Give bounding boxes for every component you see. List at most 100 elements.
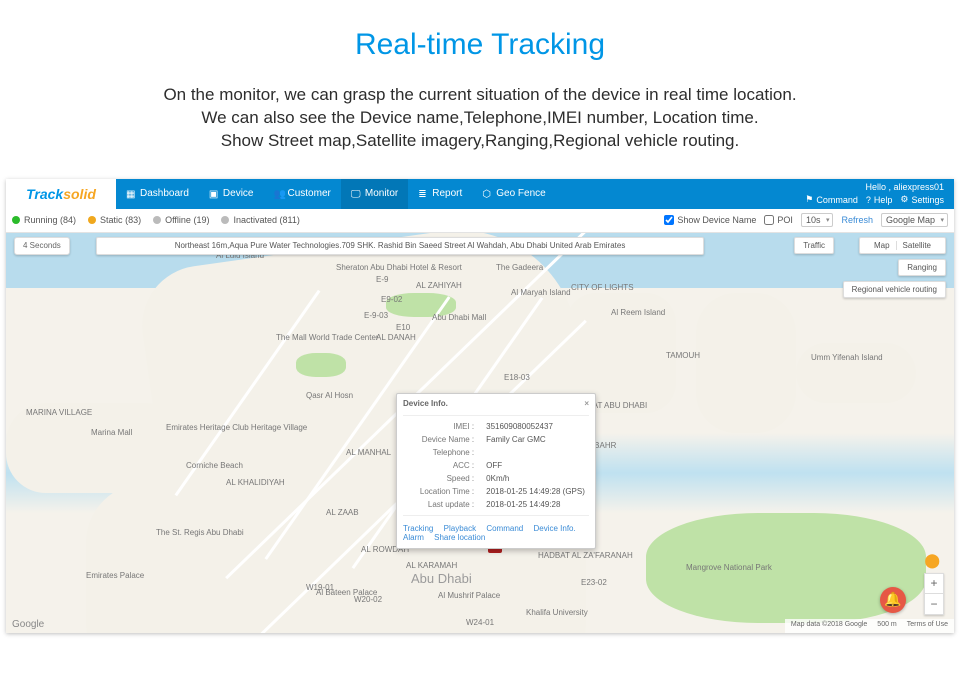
footer-scale: 500 m <box>877 621 896 631</box>
place-abu-dhabi-mall: Abu Dhabi Mall <box>432 313 486 322</box>
popup-imei: 351609080052437 <box>480 420 595 433</box>
place-khalifa: Khalifa University <box>526 608 588 617</box>
status-offline[interactable]: Offline (19) <box>153 215 209 225</box>
device-info-popup: Device Info. × IMEI :351609080052437 Dev… <box>396 393 596 549</box>
place-al-reem: Al Reem Island <box>611 308 665 317</box>
place-umm-yifenah: Umm Yifenah Island <box>811 353 883 362</box>
nav-customer[interactable]: 👥Customer <box>264 179 341 209</box>
hero-line2: We can also see the Device name,Telephon… <box>60 107 900 130</box>
status-static[interactable]: Static (83) <box>88 215 141 225</box>
place-al-manhal: AL MANHAL <box>346 448 391 457</box>
gear-icon: ⚙ <box>900 194 908 205</box>
chk-show-device-name[interactable]: Show Device Name <box>664 215 756 225</box>
popup-telephone <box>480 446 595 459</box>
place-st-regis: The St. Regis Abu Dhabi <box>156 528 244 537</box>
place-heritage: Emirates Heritage Club Heritage Village <box>166 423 307 432</box>
place-corniche: Corniche Beach <box>186 461 243 470</box>
inactive-dot-icon <box>221 216 229 224</box>
map-type-map[interactable]: Map <box>868 241 896 250</box>
running-dot-icon <box>12 216 20 224</box>
place-al-zahiyah: AL ZAHIYAH <box>416 281 462 290</box>
popup-acc: OFF <box>480 459 595 472</box>
map-type-satellite[interactable]: Satellite <box>896 241 937 250</box>
place-e18-03: E18-03 <box>504 373 530 382</box>
address-bar: Northeast 16m,Aqua Pure Water Technologi… <box>96 237 704 255</box>
grid-icon: ▦ <box>126 189 136 199</box>
place-e9-02: E9-02 <box>381 295 402 304</box>
zoom-in-button[interactable]: + <box>925 574 943 594</box>
status-bar: Running (84) Static (83) Offline (19) In… <box>6 209 954 233</box>
static-dot-icon <box>88 216 96 224</box>
hero-line1: On the monitor, we can grasp the current… <box>60 84 900 107</box>
hero-title: Real-time Tracking <box>60 28 900 62</box>
nav-dashboard[interactable]: ▦Dashboard <box>116 179 199 209</box>
popup-link-command[interactable]: Command <box>486 524 523 533</box>
link-command[interactable]: ⚑Command <box>805 194 858 205</box>
place-hadbat: HADBAT AL ZA'FARANAH <box>538 551 633 560</box>
city-label: Abu Dhabi <box>411 571 472 586</box>
place-w24-01: W24-01 <box>466 618 494 627</box>
place-al-danah: AL DANAH <box>376 333 416 342</box>
mapprovider-select[interactable]: Google Map <box>881 213 948 227</box>
status-inactivated[interactable]: Inactivated (811) <box>221 215 299 225</box>
offline-dot-icon <box>153 216 161 224</box>
monitor-icon: 🖵 <box>351 189 361 199</box>
alarm-bell-icon[interactable]: 🔔 <box>880 587 906 613</box>
footer-terms[interactable]: Terms of Use <box>907 621 948 631</box>
place-marina-village: MARINA VILLAGE <box>26 408 92 417</box>
place-e23: E23-02 <box>581 578 607 587</box>
user-greeting: Hello , aliexpress01 <box>805 182 944 192</box>
map-footer: Map data ©2018 Google 500 m Terms of Use <box>785 619 954 633</box>
place-al-mushrif: Al Mushrif Palace <box>438 591 500 600</box>
place-marina-mall: Marina Mall <box>91 428 132 437</box>
popup-title: Device Info. <box>403 399 448 408</box>
popup-link-devinfo[interactable]: Device Info. <box>533 524 575 533</box>
footer-mapdata: Map data ©2018 Google <box>791 621 867 631</box>
place-e9-03: E-9-03 <box>364 311 388 320</box>
refresh-link[interactable]: Refresh <box>841 215 873 225</box>
place-emirates-palace: Emirates Palace <box>86 571 144 580</box>
map-type-toggle[interactable]: Map Satellite <box>859 237 946 254</box>
link-help[interactable]: ?Help <box>866 194 893 205</box>
map-viewport[interactable]: Al Lulu Island Sheraton Abu Dhabi Hotel … <box>6 233 954 633</box>
pegman-icon[interactable]: ⬤ <box>924 552 940 569</box>
place-mangrove: Mangrove National Park <box>686 563 772 572</box>
link-settings[interactable]: ⚙Settings <box>900 194 944 205</box>
popup-link-tracking[interactable]: Tracking <box>403 524 433 533</box>
users-icon: 👥 <box>274 189 284 199</box>
traffic-toggle[interactable]: Traffic <box>794 237 834 254</box>
device-icon: ▣ <box>209 189 219 199</box>
chk-poi[interactable]: POI <box>764 215 793 225</box>
place-mall-world: The Mall World Trade Center <box>276 333 379 342</box>
zoom-out-button[interactable]: − <box>925 594 943 614</box>
place-sheraton: Sheraton Abu Dhabi Hotel & Resort <box>336 263 462 272</box>
popup-link-share[interactable]: Share location <box>434 533 485 542</box>
help-icon: ? <box>866 195 871 205</box>
popup-link-playback[interactable]: Playback <box>444 524 476 533</box>
nav-report[interactable]: ≣Report <box>408 179 472 209</box>
place-al-karamah: AL KARAMAH <box>406 561 457 570</box>
routing-button[interactable]: Regional vehicle routing <box>843 281 946 298</box>
place-al-maryah: Al Maryah Island <box>511 288 571 297</box>
place-e10: E10 <box>396 323 410 332</box>
popup-last-update: 2018-01-25 14:49:28 <box>480 498 595 511</box>
nav-monitor[interactable]: 🖵Monitor <box>341 179 408 209</box>
place-qasr: Qasr Al Hosn <box>306 391 353 400</box>
nav-device[interactable]: ▣Device <box>199 179 264 209</box>
seconds-pill[interactable]: 4 Seconds <box>14 237 70 255</box>
close-icon[interactable]: × <box>584 399 589 408</box>
geofence-icon: ⬡ <box>482 189 492 199</box>
logo[interactable]: Tracksolid <box>6 179 116 209</box>
place-al-khalidiyah: AL KHALIDIYAH <box>226 478 285 487</box>
zoom-control: + − <box>924 573 944 615</box>
ranging-button[interactable]: Ranging <box>898 259 946 276</box>
place-tamouh: TAMOUH <box>666 351 700 360</box>
top-nav: Tracksolid ▦Dashboard ▣Device 👥Customer … <box>6 179 954 209</box>
popup-link-alarm[interactable]: Alarm <box>403 533 424 542</box>
interval-select[interactable]: 10s <box>801 213 834 227</box>
report-icon: ≣ <box>418 189 428 199</box>
place-al-gadeera: The Gadeera <box>496 263 543 272</box>
status-running[interactable]: Running (84) <box>12 215 76 225</box>
hero-line3: Show Street map,Satellite imagery,Rangin… <box>60 130 900 153</box>
nav-geofence[interactable]: ⬡Geo Fence <box>472 179 555 209</box>
